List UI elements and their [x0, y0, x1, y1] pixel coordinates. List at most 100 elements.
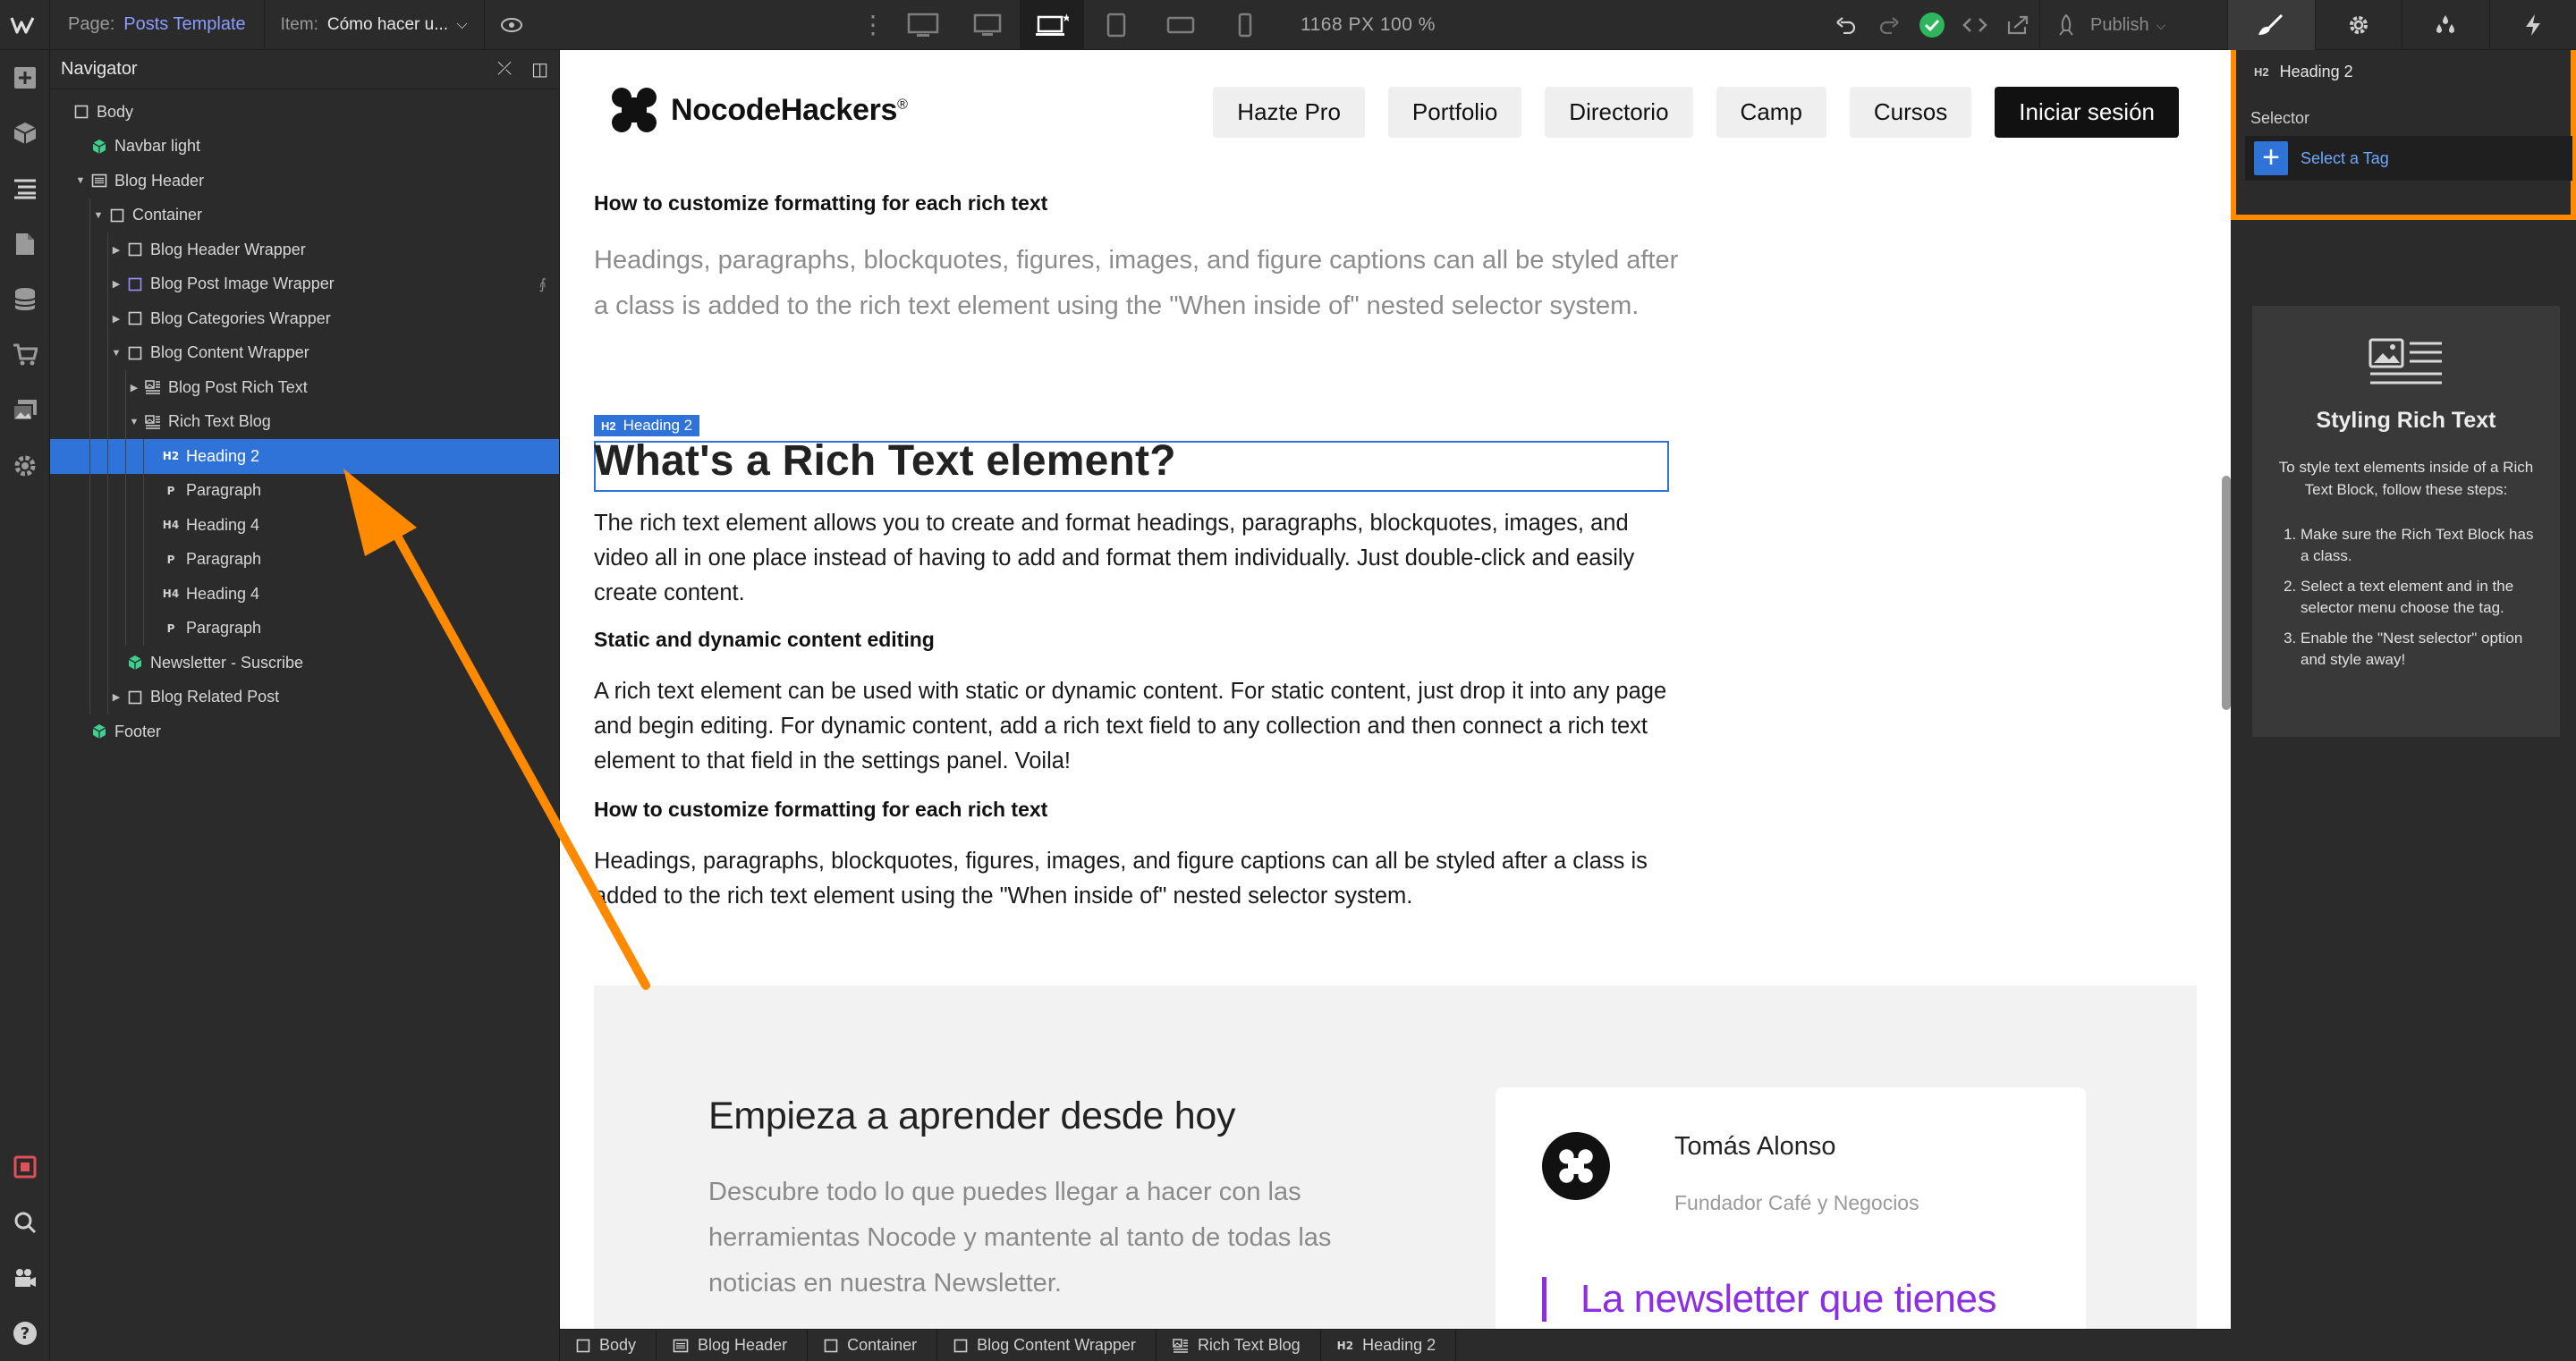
- rich-text-heading-4[interactable]: Static and dynamic content editing: [594, 628, 1685, 652]
- add-tag-plus-icon[interactable]: +: [2254, 141, 2288, 175]
- rich-text-heading-2[interactable]: What's a Rich Text element?: [594, 436, 1176, 486]
- redo-icon[interactable]: [1868, 0, 1911, 50]
- cms-item-selector[interactable]: Item: Cómo hacer u... ⌵: [265, 0, 485, 50]
- menu-item-directorio[interactable]: Directorio: [1545, 87, 1693, 138]
- mobile-landscape-icon[interactable]: [1148, 0, 1213, 50]
- navigator-node[interactable]: Navbar light: [50, 130, 559, 165]
- menu-item-cursos[interactable]: Cursos: [1849, 87, 1972, 138]
- audit-square-icon[interactable]: [0, 1139, 50, 1195]
- menu-item-camp[interactable]: Camp: [1716, 87, 1826, 138]
- caret-down-icon[interactable]: ▼: [109, 348, 123, 359]
- newsletter-section[interactable]: Empieza a aprender desde hoy Descubre to…: [594, 985, 2197, 1329]
- interactions-bolt-icon[interactable]: [2488, 0, 2576, 50]
- caret-right-icon[interactable]: ▶: [109, 691, 123, 703]
- desktop-large-icon[interactable]: [891, 0, 955, 50]
- caret-right-icon[interactable]: ▶: [109, 313, 123, 325]
- navigator-node[interactable]: ▶ Blog Post Image Wrapper ⨙: [50, 266, 559, 301]
- navigator-node[interactable]: ▼ Container: [50, 198, 559, 232]
- tree-guide-line: [125, 370, 126, 405]
- undo-icon[interactable]: [1825, 0, 1868, 50]
- navigator-node[interactable]: ▶ Blog Header Wrapper: [50, 232, 559, 267]
- settings-gear-icon[interactable]: [0, 438, 50, 494]
- export-icon[interactable]: [1996, 0, 2039, 50]
- style-manager-drops-icon[interactable]: [2402, 0, 2489, 50]
- assets-images-icon[interactable]: [0, 383, 50, 438]
- navigator-node[interactable]: P Paragraph: [50, 473, 559, 508]
- webflow-logo-icon[interactable]: [0, 0, 50, 50]
- navigator-node[interactable]: Newsletter - Suscribe: [50, 646, 559, 680]
- rich-text-lead-paragraph[interactable]: Headings, paragraphs, blockquotes, figur…: [594, 238, 1694, 329]
- style-brush-icon[interactable]: [2227, 0, 2315, 50]
- navigator-node[interactable]: Body: [50, 95, 559, 130]
- navigator-node[interactable]: ▼ Rich Text Blog: [50, 404, 559, 439]
- navigator-node[interactable]: ▶ Blog Categories Wrapper: [50, 301, 559, 336]
- breadcrumb-item[interactable]: Container: [808, 1329, 938, 1361]
- canvas-scrollbar[interactable]: [2222, 476, 2231, 710]
- status-check-icon[interactable]: [1911, 0, 1953, 50]
- breadcrumb-label: Rich Text Blog: [1197, 1336, 1301, 1354]
- menu-item-hazte-pro[interactable]: Hazte Pro: [1213, 87, 1365, 138]
- desktop-base-icon[interactable]: ★: [1020, 0, 1084, 50]
- navigator-node[interactable]: ▶ Blog Related Post: [50, 680, 559, 714]
- collapse-all-icon[interactable]: ⤫: [497, 59, 512, 80]
- help-steps: Make sure the Rich Text Block has a clas…: [2301, 524, 2542, 680]
- symbols-cube-icon[interactable]: [0, 106, 50, 161]
- tree-guide-line: [89, 646, 90, 680]
- navigator-node-label: Blog Related Post: [150, 688, 280, 706]
- navigator-node[interactable]: H4 Heading 4: [50, 508, 559, 543]
- rich-text-heading-4[interactable]: How to customize formatting for each ric…: [594, 798, 1685, 822]
- chevron-down-icon: ⌵: [2156, 17, 2166, 32]
- cms-database-icon[interactable]: [0, 272, 50, 327]
- menu-item-portfolio[interactable]: Portfolio: [1387, 87, 1522, 138]
- caret-right-icon[interactable]: ▶: [109, 278, 123, 290]
- rich-text-paragraph[interactable]: Headings, paragraphs, blockquotes, figur…: [594, 844, 1685, 914]
- breadcrumb-item[interactable]: Blog Header: [657, 1329, 809, 1361]
- navigator-node[interactable]: Footer: [50, 714, 559, 749]
- page-selector[interactable]: Page: Posts Template: [50, 0, 265, 50]
- navigator-node-label: Footer: [114, 722, 162, 740]
- desktop-medium-icon[interactable]: [955, 0, 1020, 50]
- select-tag-placeholder[interactable]: Select a Tag: [2301, 149, 2389, 168]
- search-icon[interactable]: [0, 1195, 50, 1250]
- rich-text-heading-6[interactable]: How to customize formatting for each ric…: [594, 191, 1685, 216]
- caret-right-icon[interactable]: ▶: [109, 244, 123, 256]
- breadcrumb-item[interactable]: Blog Content Wrapper: [937, 1329, 1157, 1361]
- designer-canvas[interactable]: NocodeHackers® Hazte Pro Portfolio Direc…: [560, 50, 2231, 1329]
- dock-panel-icon[interactable]: ◫: [531, 58, 548, 80]
- navigator-node[interactable]: H2 Heading 2: [50, 439, 559, 474]
- ecommerce-cart-icon[interactable]: [0, 327, 50, 383]
- breadcrumb-item[interactable]: Body: [560, 1329, 657, 1361]
- caret-right-icon[interactable]: ▶: [127, 382, 141, 393]
- preview-eye-icon[interactable]: [485, 0, 538, 50]
- element-type-icon: P: [166, 621, 175, 635]
- navigator-node[interactable]: P Paragraph: [50, 542, 559, 577]
- selector-field[interactable]: + Select a Tag: [2245, 136, 2572, 181]
- breadcrumb-item[interactable]: Rich Text Blog: [1157, 1329, 1321, 1361]
- pages-icon[interactable]: [0, 216, 50, 272]
- navigator-node[interactable]: P Paragraph: [50, 611, 559, 646]
- caret-down-icon[interactable]: ▼: [127, 417, 141, 427]
- settings-gear-icon[interactable]: [2314, 0, 2402, 50]
- help-step: Make sure the Rich Text Block has a clas…: [2301, 524, 2542, 567]
- navigator-node[interactable]: H4 Heading 4: [50, 577, 559, 612]
- rich-text-paragraph[interactable]: The rich text element allows you to crea…: [594, 506, 1685, 611]
- add-panel-plus-icon[interactable]: [0, 50, 50, 106]
- help-question-icon[interactable]: ?: [0, 1306, 50, 1361]
- navigator-layers-icon[interactable]: [0, 161, 50, 216]
- code-icon[interactable]: [1953, 0, 1996, 50]
- navigator-node[interactable]: ▼ Blog Content Wrapper: [50, 335, 559, 370]
- rich-text-paragraph[interactable]: A rich text element can be used with sta…: [594, 674, 1685, 779]
- caret-down-icon[interactable]: ▼: [91, 210, 106, 221]
- login-button[interactable]: Iniciar sesión: [1995, 87, 2179, 138]
- navigator-node[interactable]: ▶ Blog Post Rich Text: [50, 370, 559, 405]
- navigator-node-label: Blog Header Wrapper: [150, 240, 306, 258]
- mobile-portrait-icon[interactable]: [1213, 0, 1277, 50]
- caret-down-icon[interactable]: ▼: [73, 175, 88, 186]
- video-tutorials-icon[interactable]: [0, 1250, 50, 1306]
- site-brand[interactable]: NocodeHackers®: [610, 86, 908, 134]
- navigator-node[interactable]: ▼ Blog Header: [50, 164, 559, 199]
- more-dots-icon[interactable]: ⋮: [855, 0, 891, 50]
- tablet-icon[interactable]: [1084, 0, 1148, 50]
- breadcrumb-item[interactable]: H2 Heading 2: [1321, 1329, 1457, 1361]
- publish-button[interactable]: Publish ⌵: [2039, 0, 2180, 50]
